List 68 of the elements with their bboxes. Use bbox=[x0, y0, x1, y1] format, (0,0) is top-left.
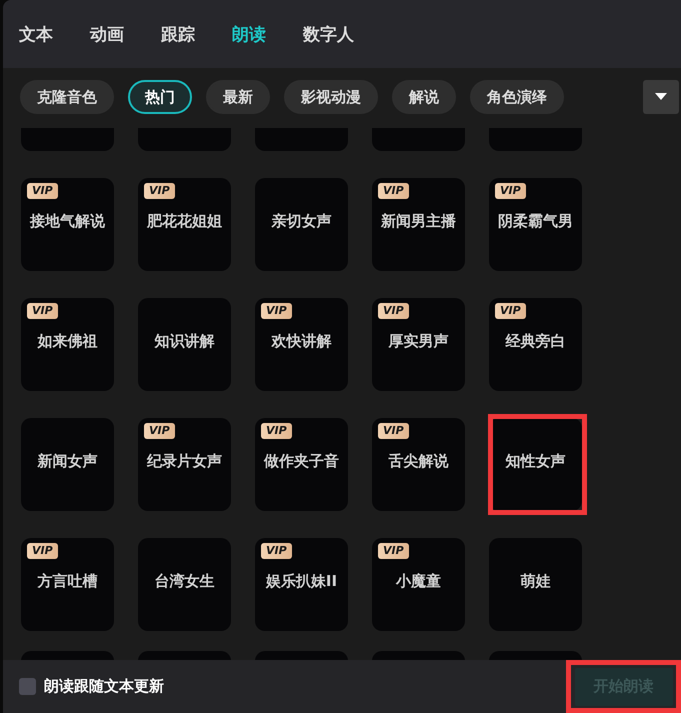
voice-name: 知识讲解 bbox=[154, 332, 214, 350]
caret-icon bbox=[655, 93, 667, 101]
voice-card[interactable]: VIP 纪录片女声 bbox=[138, 418, 231, 511]
voice-name: 阴柔霸气男 bbox=[498, 212, 573, 230]
category-chip[interactable]: 角色演绎 bbox=[470, 80, 564, 114]
vip-badge: VIP bbox=[27, 303, 58, 319]
tab[interactable]: 朗读 bbox=[230, 18, 277, 50]
voice-card[interactable]: VIP 如来佛祖 bbox=[21, 298, 114, 391]
vip-badge: VIP bbox=[378, 423, 409, 439]
tab[interactable]: 数字人 bbox=[301, 18, 365, 50]
category-chip[interactable]: 克隆音色 bbox=[20, 80, 114, 114]
vip-badge: VIP bbox=[261, 303, 292, 319]
tab[interactable]: 动画 bbox=[88, 18, 135, 50]
voice-card[interactable]: 知识讲解 bbox=[138, 298, 231, 391]
voice-card[interactable]: VIP 厚实男声 bbox=[372, 298, 465, 391]
voice-card[interactable]: VIP 做作夹子音 bbox=[255, 418, 348, 511]
voice-card[interactable]: VIP 小魔童 bbox=[372, 538, 465, 631]
category-chip[interactable]: 热门 bbox=[128, 80, 192, 114]
voice-name: 欢快讲解 bbox=[272, 332, 332, 350]
voice-card[interactable]: 萌娃 bbox=[489, 538, 582, 631]
voice-card[interactable]: VIP 舌尖解说 bbox=[372, 418, 465, 511]
vip-badge: VIP bbox=[378, 303, 409, 319]
voice-name: 纪录片女声 bbox=[147, 452, 222, 470]
voice-name: 经典旁白 bbox=[506, 332, 566, 350]
voice-name: 亲切女声 bbox=[272, 212, 332, 230]
vip-badge: VIP bbox=[261, 543, 292, 559]
vip-badge: VIP bbox=[144, 423, 175, 439]
vip-badge: VIP bbox=[495, 183, 526, 199]
voice-name: 做作夹子音 bbox=[264, 452, 339, 470]
category-chip[interactable]: 最新 bbox=[206, 80, 270, 114]
category-chip[interactable]: 影视动漫 bbox=[284, 80, 378, 114]
voice-card[interactable]: 新闻女声 bbox=[21, 418, 114, 511]
voice-name: 新闻男主播 bbox=[381, 212, 456, 230]
voice-name: 台湾女生 bbox=[154, 572, 214, 590]
voice-name: 新闻女声 bbox=[38, 452, 98, 470]
voice-card[interactable]: 亲切女声 bbox=[255, 178, 348, 271]
voice-name: 萌娃 bbox=[520, 572, 550, 590]
voice-card[interactable]: VIP 娱乐扒妹II bbox=[255, 538, 348, 631]
voice-name: 知性女声 bbox=[506, 452, 566, 470]
vip-badge: VIP bbox=[378, 183, 409, 199]
voice-name: 如来佛祖 bbox=[38, 332, 98, 350]
category-chip[interactable]: 解说 bbox=[392, 80, 456, 114]
tab[interactable]: 跟踪 bbox=[159, 18, 206, 50]
dropdown-button[interactable] bbox=[643, 80, 679, 114]
vip-badge: VIP bbox=[27, 183, 58, 199]
voice-name: 舌尖解说 bbox=[388, 452, 448, 470]
voice-name: 肥花花姐姐 bbox=[147, 212, 222, 230]
vip-badge: VIP bbox=[378, 543, 409, 559]
voice-card[interactable]: VIP 新闻男主播 bbox=[372, 178, 465, 271]
vip-badge: VIP bbox=[495, 303, 526, 319]
voice-card[interactable]: VIP 接地气解说 bbox=[21, 178, 114, 271]
tab[interactable]: 文本 bbox=[17, 18, 64, 50]
voice-name: 娱乐扒妹II bbox=[266, 572, 338, 590]
vip-badge: VIP bbox=[261, 423, 292, 439]
voice-card[interactable]: VIP 欢快讲解 bbox=[255, 298, 348, 391]
voice-card[interactable]: VIP 阴柔霸气男 bbox=[489, 178, 582, 271]
voice-card[interactable]: VIP 方言吐槽 bbox=[21, 538, 114, 631]
checkbox[interactable] bbox=[19, 678, 36, 695]
checkbox-label: 朗读跟随文本更新 bbox=[44, 677, 164, 696]
voice-name: 接地气解说 bbox=[30, 212, 105, 230]
voice-card[interactable]: VIP 肥花花姐姐 bbox=[138, 178, 231, 271]
voice-card[interactable]: VIP 经典旁白 bbox=[489, 298, 582, 391]
voice-name: 小魔童 bbox=[396, 572, 441, 590]
vip-badge: VIP bbox=[27, 543, 58, 559]
vip-badge: VIP bbox=[144, 183, 175, 199]
voice-name: 厚实男声 bbox=[388, 332, 448, 350]
voice-name: 方言吐槽 bbox=[38, 572, 98, 590]
voice-card[interactable]: 台湾女生 bbox=[138, 538, 231, 631]
